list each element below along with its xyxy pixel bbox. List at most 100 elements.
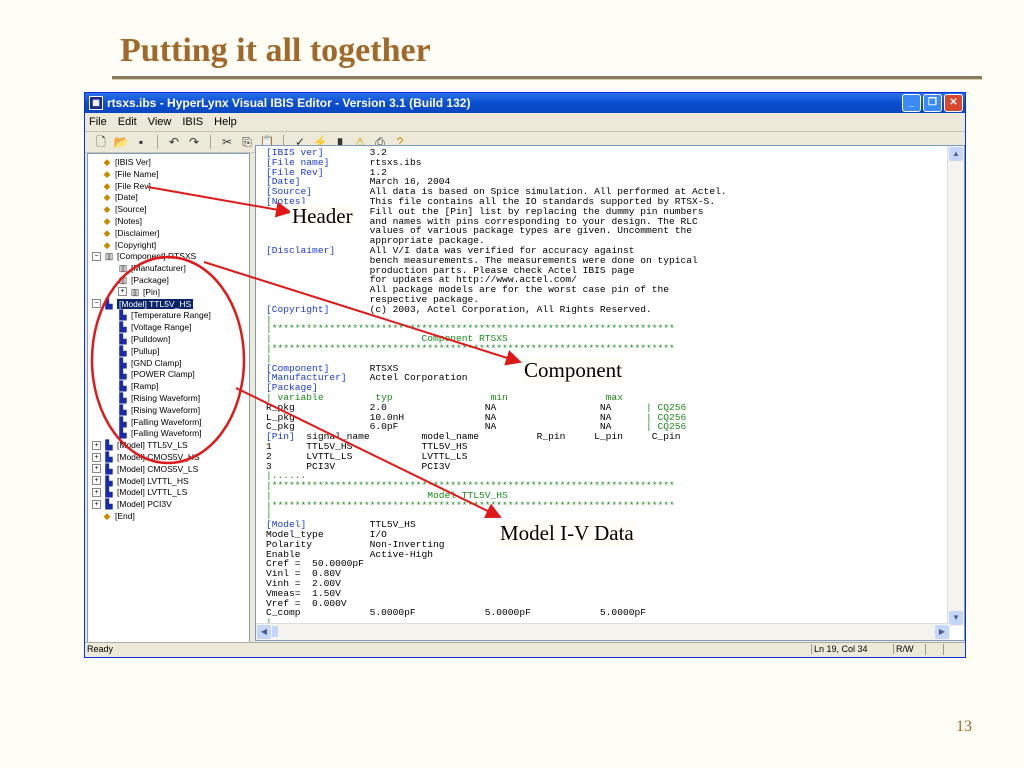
tree-item[interactable]: ▙ [Rising Waveform] (118, 392, 201, 404)
code-editor[interactable]: [IBIS ver] 3.2 [File name] rtsxs.ibs [File… (255, 145, 965, 641)
tree-item-label: [File Name] (115, 168, 159, 179)
menu-help[interactable]: Help (214, 116, 237, 128)
undo-icon[interactable]: ↶ (166, 134, 182, 150)
diamond-icon: ◆ (103, 180, 111, 191)
scroll-left-icon[interactable]: ◀ (257, 625, 271, 639)
code-line: Vinh = 2.00V (266, 578, 341, 590)
tree-item-label: [Temperature Range] (131, 310, 211, 321)
tree-item[interactable]: ▙ [Falling Waveform] (118, 416, 202, 428)
restore-button[interactable]: ❐ (923, 94, 942, 112)
tree-item[interactable]: ▙ [Pulldown] (118, 333, 171, 345)
tree-item-label: [Pulldown] (131, 334, 171, 344)
tree-item[interactable]: ▙ [Falling Waveform] (118, 427, 202, 439)
menu-bar: File Edit View IBIS Help (85, 113, 965, 132)
cursor-position: Ln 19, Col 34 (811, 644, 868, 654)
tree-item-label: [Component] RTSXS (117, 251, 197, 262)
tree-item[interactable]: ▥ [Manufacturer] (118, 262, 186, 274)
copy-icon[interactable]: ⎘ (239, 134, 255, 150)
tree-expander-icon[interactable]: + (92, 440, 101, 450)
tree-expander-icon[interactable]: − (92, 251, 101, 261)
tree-item-label: [Model] LVTTL_HS (117, 475, 189, 486)
model-icon: ▙ (119, 310, 127, 321)
tree-item[interactable]: ◆ [Copyright] (102, 239, 157, 251)
vertical-scrollbar[interactable]: ▲ ▼ (947, 146, 964, 626)
menu-file[interactable]: File (89, 116, 107, 128)
model-icon: ▙ (119, 393, 127, 403)
tree-item-label: [IBIS Ver] (115, 157, 151, 167)
code-line: |***************************************… (266, 499, 675, 511)
tree-item[interactable]: ▙ [POWER Clamp] (118, 368, 195, 380)
tree-item[interactable]: ◆ [Date] (102, 191, 138, 203)
tree-item[interactable]: ◆ [File Rev] (102, 180, 151, 192)
toolbar-separator (210, 135, 211, 149)
tree-item[interactable]: − ▙ [Model] TTL5V_HS (92, 298, 194, 310)
tree-item-label: [Disclaimer] (115, 227, 160, 238)
slide-title: Putting it all together (120, 32, 431, 69)
edit-mode: R/W (893, 644, 924, 654)
tree-item[interactable]: + ▙ [Model] LVTTL_LS (92, 486, 187, 498)
scroll-down-icon[interactable]: ▼ (949, 611, 963, 625)
tree-item[interactable]: ◆ [File Name] (102, 168, 159, 180)
tree-item-label: [POWER Clamp] (131, 369, 195, 380)
tree-expander-icon[interactable]: + (92, 476, 101, 486)
tree-expander-icon[interactable]: + (92, 487, 101, 497)
tree-item[interactable]: + ▥ [Pin] (118, 286, 160, 298)
ibis-source-text[interactable]: [IBIS ver] 3.2 [File name] rtsxs.ibs [File… (266, 148, 948, 638)
tree-item-label: [Date] (115, 192, 138, 203)
tree-item-label: [Model] CMOS5V_HS (117, 452, 200, 462)
tree-item[interactable]: ▙ [Ramp] (118, 380, 159, 392)
tree-item[interactable]: + ▙ [Model] CMOS5V_HS (92, 451, 200, 463)
tree-item[interactable]: + ▙ [Model] TTL5V_LS (92, 439, 188, 451)
tree-item[interactable]: ▙ [Rising Waveform] (118, 404, 201, 416)
redo-icon[interactable]: ↷ (186, 134, 202, 150)
tree-item[interactable]: + ▙ [Model] LVTTL_HS (92, 475, 189, 487)
save-icon[interactable]: ▪ (133, 134, 149, 150)
tree-item[interactable]: ▙ [Pullup] (118, 345, 160, 357)
horizontal-scroll-thumb[interactable] (272, 626, 278, 637)
tree-item-label: [Model] TTL5V_LS (117, 440, 188, 451)
scroll-up-icon[interactable]: ▲ (949, 147, 963, 161)
tree-item[interactable]: ▙ [GND Clamp] (118, 357, 182, 369)
tree-expander-icon[interactable]: + (92, 499, 101, 509)
component-icon: ▥ (118, 263, 128, 274)
diamond-icon: ◆ (103, 239, 111, 250)
tree-item[interactable]: ◆ [Source] (102, 203, 147, 215)
window-titlebar[interactable]: ▦ rtsxs.ibs - HyperLynx Visual IBIS Edit… (85, 93, 965, 113)
tree-item[interactable]: ▙ [Voltage Range] (118, 321, 192, 333)
tree-item[interactable]: ◆ [End] (102, 510, 135, 522)
tree-expander-icon[interactable]: + (92, 452, 101, 462)
model-icon: ▙ (119, 428, 127, 439)
menu-ibis[interactable]: IBIS (182, 116, 203, 128)
tree-item[interactable]: + ▙ [Model] PCI3V (92, 498, 172, 510)
tree-expander-icon[interactable]: + (118, 287, 127, 297)
tree-item[interactable]: ▙ [Temperature Range] (118, 309, 211, 321)
diamond-icon: ◆ (103, 227, 111, 238)
diamond-icon: ◆ (103, 192, 111, 203)
scroll-right-icon[interactable]: ▶ (935, 625, 949, 639)
tree-item[interactable]: ◆ [IBIS Ver] (102, 156, 151, 168)
cut-icon[interactable]: ✂ (219, 134, 235, 150)
tree-item[interactable]: ▥ [Package] (118, 274, 169, 286)
new-file-icon[interactable]: 🗋 (93, 134, 109, 150)
tree-item-label: [File Rev] (115, 180, 151, 191)
title-divider (112, 76, 982, 80)
component-icon: ▥ (118, 275, 128, 285)
tree-item-label: [Ramp] (131, 381, 159, 392)
close-button[interactable]: ✕ (944, 94, 963, 112)
minimize-button[interactable]: _ (902, 94, 921, 112)
tree-expander-icon[interactable]: − (92, 299, 101, 309)
open-folder-icon[interactable]: 📂 (113, 134, 129, 150)
model-icon: ▙ (119, 416, 127, 427)
horizontal-scrollbar[interactable]: ◀ ▶ (256, 623, 950, 640)
menu-view[interactable]: View (148, 116, 172, 128)
tree-item[interactable]: ◆ [Notes] (102, 215, 142, 227)
tree-item[interactable]: − ▥ [Component] RTSXS (92, 250, 196, 262)
tree-expander-icon[interactable]: + (92, 464, 101, 474)
code-line: |***************************************… (266, 342, 675, 354)
menu-edit[interactable]: Edit (118, 116, 137, 128)
model-icon: ▙ (105, 463, 113, 474)
tree-item[interactable]: ◆ [Disclaimer] (102, 227, 160, 239)
tree-item[interactable]: + ▙ [Model] CMOS5V_LS (92, 463, 198, 475)
code-line: 3 PCI3V PCI3V (266, 460, 451, 472)
tree-item-label: [Model] LVTTL_LS (117, 487, 188, 498)
